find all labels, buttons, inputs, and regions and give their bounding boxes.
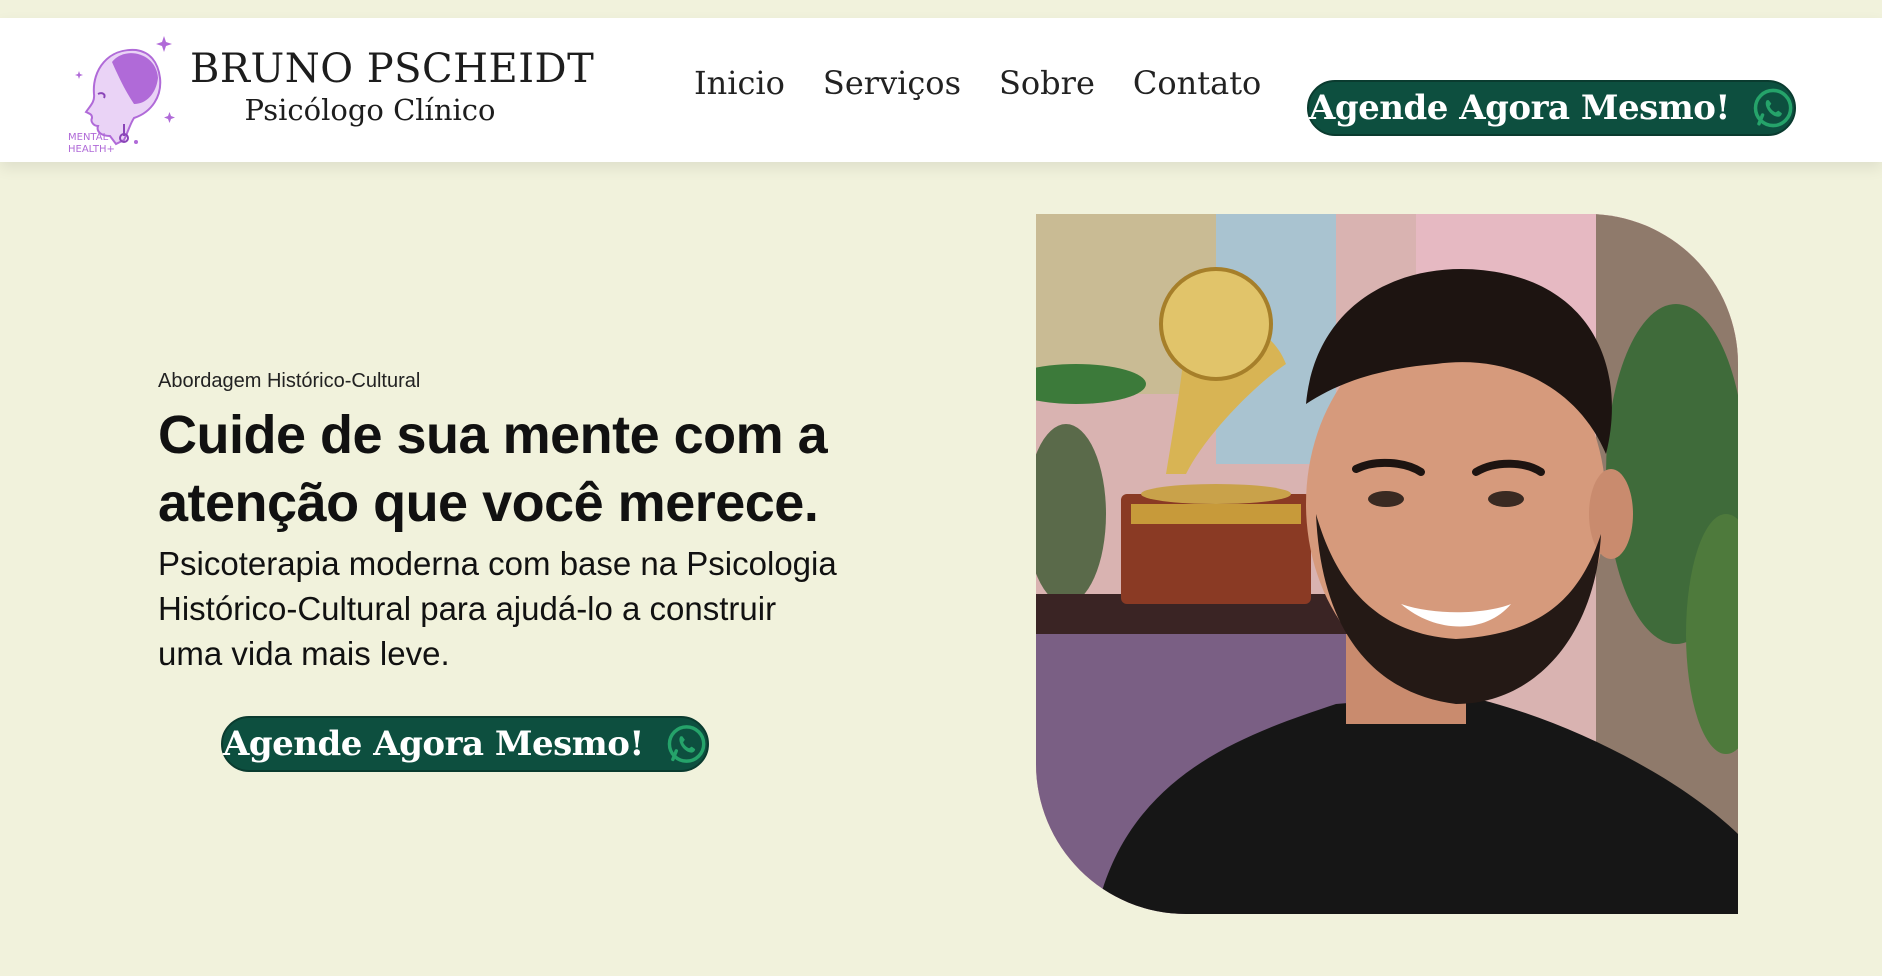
nav-item-servicos[interactable]: Serviços [823, 64, 961, 114]
whatsapp-icon [1753, 88, 1793, 128]
hero-subtext: Psicoterapia moderna com base na Psicolo… [158, 545, 837, 672]
nav-item-contato[interactable]: Contato [1133, 64, 1261, 114]
portrait-photo [1036, 214, 1738, 914]
brand-logo[interactable]: MENTAL HEALTH+ [64, 32, 182, 155]
brand-title[interactable]: BRUNO PSCHEIDT Psicólogo Clínico [190, 46, 595, 128]
logo-text-mental: MENTAL [68, 132, 109, 143]
hero-eyebrow: Abordagem Histórico-Cultural [158, 370, 421, 392]
hero-headline: Cuide de sua mente com a atenção que voc… [158, 405, 828, 533]
whatsapp-icon [667, 725, 706, 763]
nav-item-inicio[interactable]: Inicio [694, 64, 785, 114]
hero-schedule-button[interactable]: Agende Agora Mesmo! [221, 716, 709, 772]
site-header: MENTAL HEALTH+ BRUNO PSCHEIDT Psicólogo … [0, 18, 1882, 162]
hero-schedule-button-label: Agende Agora Mesmo! [223, 724, 644, 764]
brand-name: BRUNO PSCHEIDT [190, 46, 595, 92]
header-schedule-button[interactable]: Agende Agora Mesmo! [1307, 80, 1796, 136]
head-silhouette-icon: MENTAL HEALTH+ [68, 36, 175, 155]
nav-item-sobre[interactable]: Sobre [999, 64, 1095, 114]
top-strip [0, 0, 1882, 18]
main-nav: Inicio Serviços Sobre Contato [694, 64, 1261, 114]
brand-subtitle: Psicólogo Clínico [244, 93, 496, 127]
logo-text-health: HEALTH+ [68, 144, 115, 154]
hero-content: Abordagem Histórico-Cultural Cuide de su… [158, 370, 858, 676]
header-schedule-button-label: Agende Agora Mesmo! [1309, 88, 1730, 128]
